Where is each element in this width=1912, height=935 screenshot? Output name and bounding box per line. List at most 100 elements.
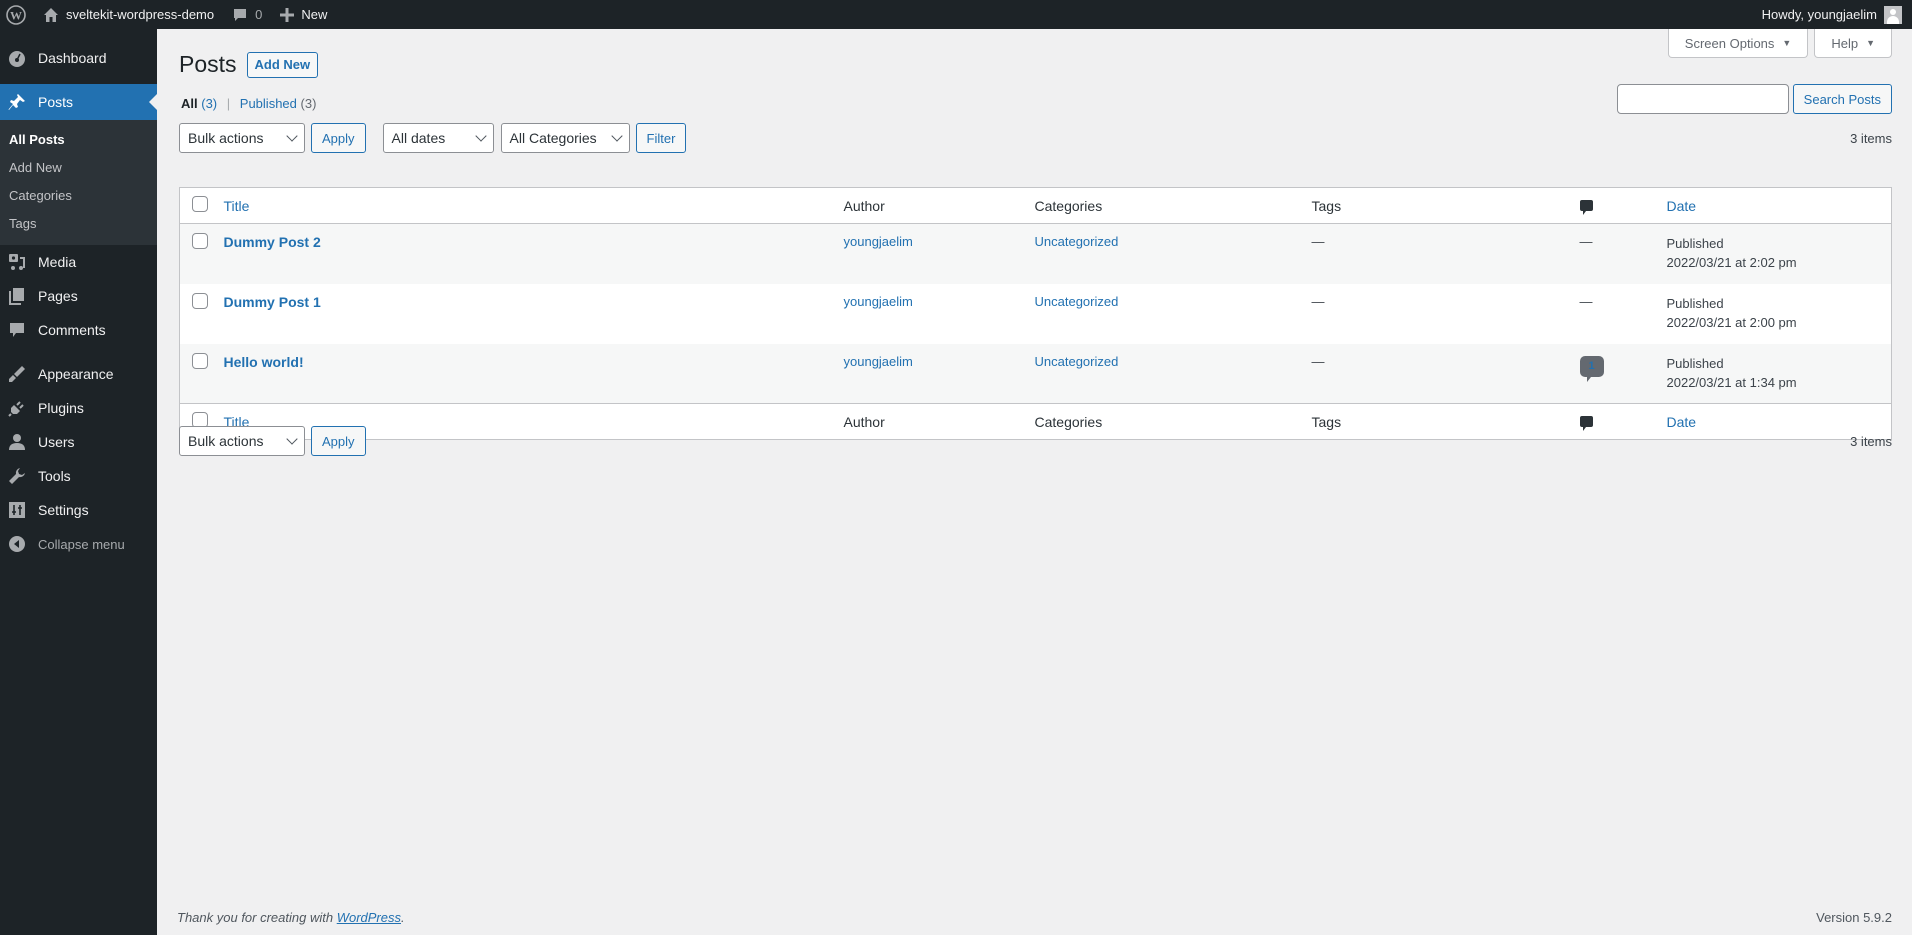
view-separator: | [226,96,231,111]
version-text: Version 5.9.2 [1816,910,1892,925]
sidebar-item-posts[interactable]: Posts [0,84,157,120]
screen-options-button[interactable]: Screen Options ▼ [1667,29,1809,58]
search-posts-button[interactable]: Search Posts [1792,84,1892,114]
site-name: sveltekit-wordpress-demo [66,7,215,22]
screen-meta-links: Screen Options ▼ Help ▼ [1667,29,1892,58]
date-filter-value: All dates [391,130,446,146]
posts-table: Title Author Categories Tags Date Dummy … [179,187,1892,440]
chevron-down-icon [286,433,298,445]
row-checkbox[interactable] [192,292,208,309]
select-all-checkbox[interactable] [192,196,208,212]
author-link[interactable]: youngjaelim [844,294,913,309]
date-filter-select[interactable]: All dates [382,123,494,153]
sidebar-label: Posts [38,94,74,110]
row-checkbox[interactable] [192,352,208,369]
filter-button[interactable]: Filter [635,123,687,153]
page-title: Posts [179,51,237,77]
submenu-all-posts[interactable]: All Posts [0,126,157,154]
category-filter-select[interactable]: All Categories [500,123,630,153]
post-date: 2022/03/21 at 2:02 pm [1666,255,1797,270]
sidebar-item-tools[interactable]: Tools [0,459,157,493]
post-date: 2022/03/21 at 2:00 pm [1666,314,1797,330]
post-title-link[interactable]: Hello world! [224,354,304,370]
home-icon [44,7,58,22]
category-link[interactable]: Uncategorized [1035,354,1119,369]
main-content: Screen Options ▼ Help ▼ Posts Add New Al… [157,29,1912,935]
collapse-menu-button[interactable]: Collapse menu [0,527,157,561]
category-link[interactable]: Uncategorized [1035,294,1119,309]
wordpress-logo-menu[interactable]: W [0,0,34,29]
post-title-link[interactable]: Dummy Post 2 [224,234,321,250]
items-count-bottom: 3 items [1850,433,1892,449]
sort-by-title-link[interactable]: Title [224,198,250,214]
admin-footer: Thank you for creating with WordPress. V… [177,910,1892,925]
comment-bubble-icon [1579,415,1593,431]
avatar [1884,5,1902,24]
sidebar-item-settings[interactable]: Settings [0,493,157,527]
table-row: Hello world! youngjaelim Uncategorized —… [179,343,1892,404]
approved-comments-count-bubble[interactable]: 1 [1579,355,1604,382]
caret-down-icon: ▼ [1866,38,1875,48]
author-link[interactable]: youngjaelim [844,354,913,369]
sidebar-item-dashboard[interactable]: Dashboard [0,41,157,75]
help-button[interactable]: Help ▼ [1814,29,1892,58]
category-link[interactable]: Uncategorized [1035,234,1119,249]
comments-icon [7,320,27,340]
tags-value: — [1311,293,1325,309]
apply-button-bottom[interactable]: Apply [311,426,366,456]
column-comments[interactable] [1579,188,1667,224]
help-label: Help [1831,35,1859,51]
bulk-actions-select-bottom[interactable]: Bulk actions [179,426,305,456]
post-status-views: All (3) | Published (3) [181,96,316,111]
row-checkbox[interactable] [192,233,208,249]
sidebar-label: Comments [38,322,106,338]
author-link[interactable]: youngjaelim [844,234,913,249]
add-new-post-button[interactable]: Add New [246,51,319,78]
category-filter-value: All Categories [509,130,597,146]
view-all[interactable]: All (3) [181,96,217,111]
sort-by-date-link[interactable]: Date [1667,198,1697,214]
submenu-categories[interactable]: Categories [0,182,157,210]
sidebar-label: Tools [38,468,71,484]
sidebar-item-media[interactable]: Media [0,245,157,279]
pages-icon [7,286,27,306]
post-status: Published [1666,355,1724,371]
my-account-link[interactable]: Howdy, youngjaelim [1753,0,1912,29]
sidebar-label: Settings [38,502,89,518]
sidebar-item-pages[interactable]: Pages [0,279,157,313]
bulk-actions-select[interactable]: Bulk actions [179,123,305,153]
plugin-icon [7,398,27,418]
comments-value: — [1579,293,1593,309]
select-all-cell [180,188,224,224]
apply-button[interactable]: Apply [311,123,366,153]
chevron-down-icon [286,130,298,142]
search-box: Search Posts [1616,84,1892,114]
comment-icon [234,8,247,21]
comments-link[interactable]: 0 [223,0,271,29]
wordpress-link[interactable]: WordPress [337,910,401,925]
table-row: Dummy Post 1 youngjaelim Uncategorized —… [180,284,1892,344]
search-posts-input[interactable] [1616,84,1789,114]
sidebar-item-appearance[interactable]: Appearance [0,357,157,391]
view-published[interactable]: Published [240,96,297,111]
site-name-link[interactable]: sveltekit-wordpress-demo [34,0,223,29]
new-content-link[interactable]: New [271,0,336,29]
sidebar-label: Plugins [38,400,84,416]
admin-sidebar: Dashboard Posts All Posts Add New Catego… [0,29,157,935]
tablenav-bottom: Bulk actions Apply 3 items [179,426,1892,456]
sidebar-item-users[interactable]: Users [0,425,157,459]
bulk-actions-value: Bulk actions [188,130,264,146]
sidebar-label: Appearance [38,366,114,382]
chevron-down-icon [474,130,487,142]
new-label: New [301,7,328,22]
submenu-tags[interactable]: Tags [0,210,157,238]
comments-count: 0 [255,7,263,22]
view-all-count: (3) [201,96,218,111]
post-title-link[interactable]: Dummy Post 1 [224,294,321,310]
sidebar-item-comments[interactable]: Comments [0,313,157,347]
sidebar-item-plugins[interactable]: Plugins [0,391,157,425]
view-all-label: All [181,96,198,111]
bulk-actions-value: Bulk actions [188,433,264,449]
submenu-add-new[interactable]: Add New [0,154,157,182]
post-status: Published [1666,295,1724,311]
